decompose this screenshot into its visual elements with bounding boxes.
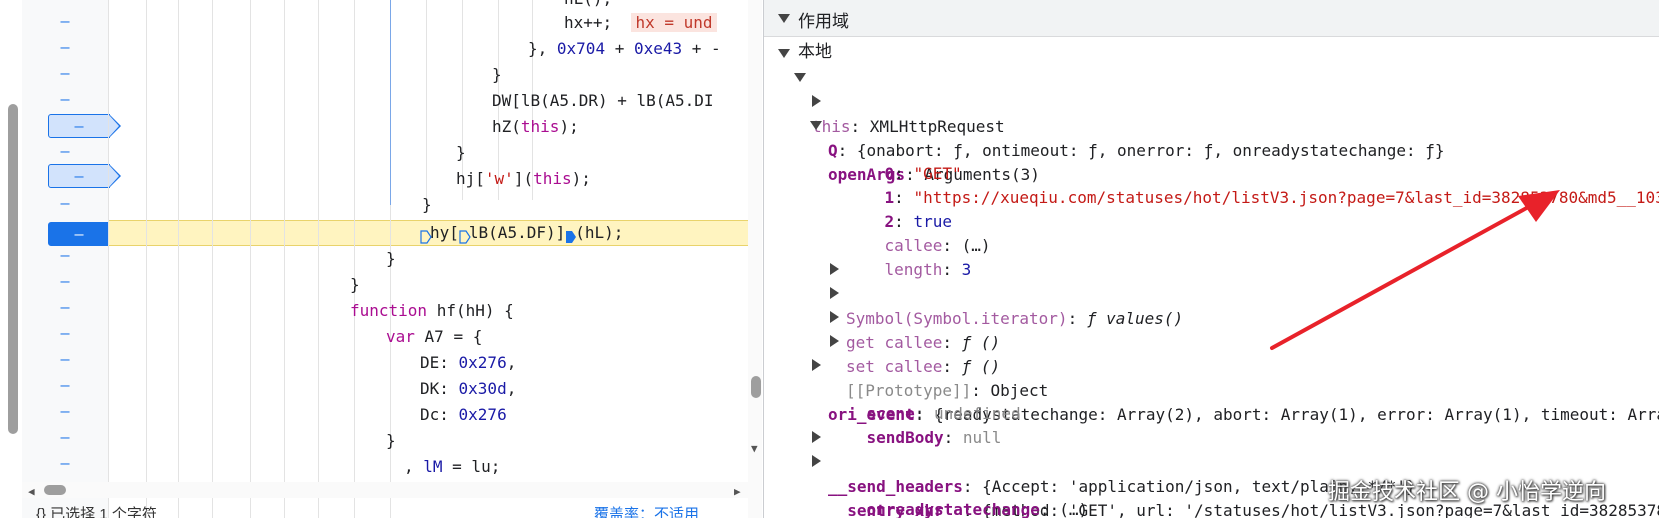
- breakpoint-marker[interactable]: –: [48, 164, 121, 188]
- breakpoint-label: –: [74, 167, 84, 185]
- breakpoint-marker[interactable]: –: [48, 114, 121, 138]
- arrow-shaft: [1270, 203, 1534, 350]
- active-breakpoint-marker[interactable]: –: [48, 222, 121, 246]
- breakpoint-label: –: [74, 225, 84, 243]
- red-annotation-arrow: [1270, 190, 1560, 350]
- arrow-head: [1518, 190, 1560, 222]
- breakpoint-label: –: [74, 117, 84, 135]
- watermark: 掘金技术社区 @ 小怡学逆向: [1328, 480, 1606, 505]
